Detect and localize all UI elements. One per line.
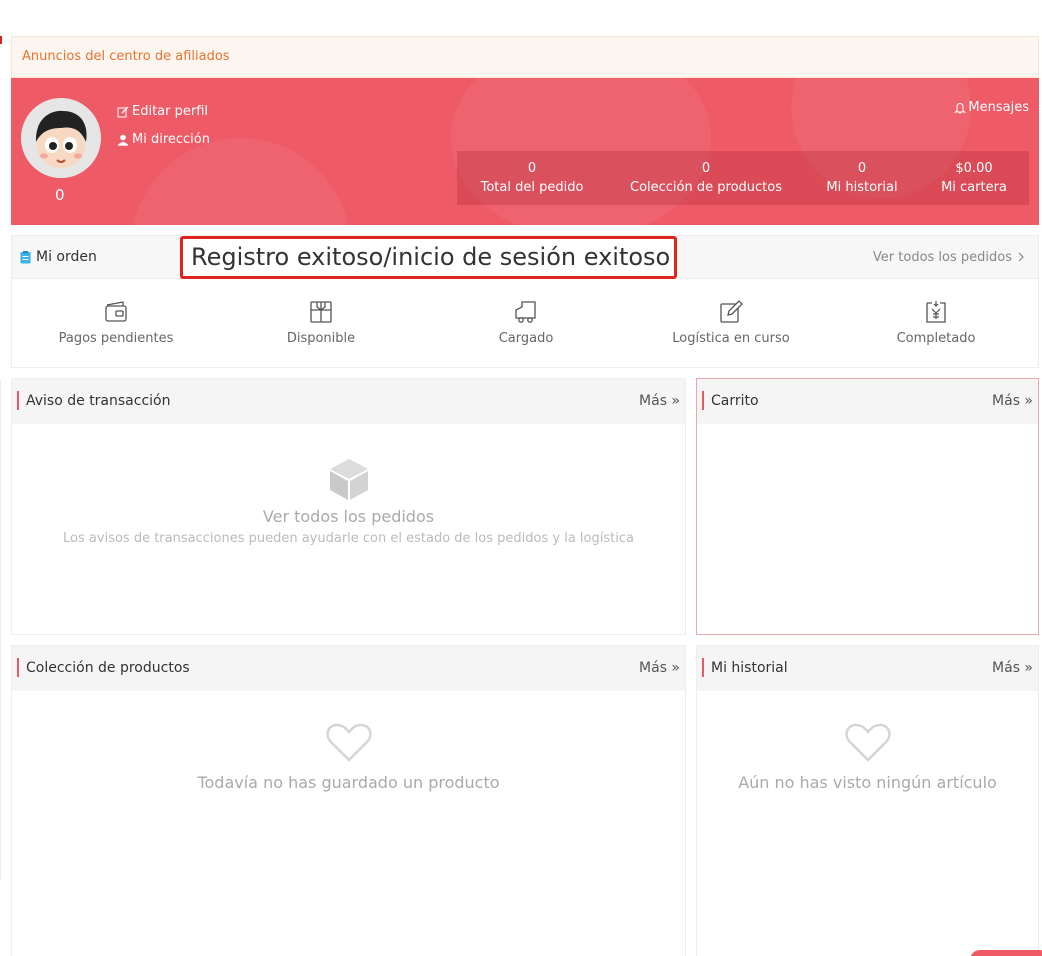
success-toast: Registro exitoso/inicio de sesión exitos… (180, 236, 677, 279)
history-panel: Mi historial Más » Aún no has visto ning… (696, 645, 1039, 956)
empty-description: Los avisos de transacciones pueden ayuda… (63, 531, 634, 546)
avatar-face-icon (21, 98, 101, 178)
orders-title: Mi orden (20, 236, 97, 278)
stat-value: $0.00 (955, 160, 993, 176)
chevron-right-icon (1018, 252, 1024, 262)
order-status-label: Cargado (498, 331, 554, 346)
order-status-loaded[interactable]: Cargado (441, 299, 611, 346)
product-collection-panel: Colección de productos Más » Todavía no … (11, 645, 686, 956)
more-link[interactable]: Más » (639, 646, 680, 690)
floating-tab[interactable] (970, 950, 1042, 956)
more-link[interactable]: Más » (992, 379, 1033, 423)
stat-label: Colección de productos (630, 179, 782, 195)
profile-stats: 0 Total del pedido 0 Colección de produc… (457, 151, 1029, 205)
order-status-available[interactable]: Disponible (236, 299, 406, 346)
order-status-pending-payment[interactable]: Pagos pendientes (31, 299, 201, 346)
panel-title: Mi historial (711, 660, 788, 676)
yen-receipt-icon (926, 301, 946, 323)
wallet-icon (105, 301, 127, 322)
stat-value: 0 (857, 160, 867, 176)
stat-label: Total del pedido (480, 179, 584, 195)
heart-icon (325, 723, 372, 762)
accent-bar (702, 391, 704, 410)
panel-header: Colección de productos Más » (12, 646, 685, 691)
panel-header: Mi historial Más » (697, 646, 1038, 691)
accent-bar (17, 658, 19, 677)
stat-value: 0 (701, 160, 711, 176)
empty-title: Ver todos los pedidos (262, 507, 435, 526)
heart-icon (844, 723, 891, 762)
messages-link[interactable]: Mensajes (954, 100, 1029, 115)
stat-label: Mi historial (826, 179, 898, 195)
empty-text: Todavía no has guardado un producto (197, 773, 500, 792)
profile-banner: 0 Editar perfil Mi dirección Mensajes 0 … (11, 78, 1039, 225)
avatar-count: 0 (55, 186, 65, 204)
stat-value: 0 (527, 160, 537, 176)
stat-order-total[interactable]: 0 Total del pedido (457, 151, 607, 205)
edit-icon (117, 106, 129, 117)
stat-label: Mi cartera (941, 179, 1007, 195)
truck-icon (515, 301, 536, 323)
announcement-text: Anuncios del centro de afiliados (22, 49, 230, 64)
more-link[interactable]: Más » (992, 646, 1033, 690)
panel-header: Aviso de transacción Más » (12, 379, 685, 424)
panel-title: Colección de productos (26, 660, 190, 676)
view-all-orders-label: Ver todos los pedidos (872, 249, 1012, 265)
edit-profile-label: Editar perfil (132, 104, 209, 119)
package-icon (310, 301, 332, 323)
clipboard-icon (20, 250, 31, 263)
panel-title: Carrito (711, 393, 759, 409)
messages-label: Mensajes (968, 100, 1029, 115)
order-status-label: Logística en curso (672, 331, 790, 346)
empty-text: Aún no has visto ningún artículo (738, 773, 997, 792)
panel-header: Carrito Más » (697, 379, 1038, 424)
my-address-link[interactable]: Mi dirección (117, 132, 210, 147)
orders-title-label: Mi orden (36, 249, 97, 265)
order-status-label: Pagos pendientes (58, 331, 174, 346)
left-edge-line (0, 380, 1, 880)
edit-icon (720, 300, 743, 323)
banner-decoration (131, 138, 351, 225)
avatar[interactable] (21, 98, 101, 178)
empty-state: Todavía no has guardado un producto (12, 723, 685, 792)
my-address-label: Mi dirección (132, 132, 210, 147)
more-link[interactable]: Más » (639, 379, 680, 423)
announcement-bar[interactable]: Anuncios del centro de afiliados (11, 36, 1039, 78)
transaction-notice-panel: Aviso de transacción Más » Ver todos los… (11, 378, 686, 635)
panel-title: Aviso de transacción (26, 393, 171, 409)
edit-profile-link[interactable]: Editar perfil (117, 104, 208, 119)
cart-panel: Carrito Más » (696, 378, 1039, 635)
empty-state: Ver todos los pedidos Los avisos de tran… (12, 457, 685, 546)
accent-bar (702, 658, 704, 677)
order-status-label: Completado (896, 331, 976, 346)
bell-icon (954, 102, 967, 113)
stat-product-collection[interactable]: 0 Colección de productos (607, 151, 805, 205)
person-icon (118, 134, 128, 146)
view-all-orders-link[interactable]: Ver todos los pedidos (873, 236, 1024, 278)
empty-state: Aún no has visto ningún artículo (697, 723, 1038, 792)
order-status-label: Disponible (286, 331, 356, 346)
order-status-row: Pagos pendientes Disponible Cargado Logí… (11, 279, 1039, 368)
order-status-completed[interactable]: Completado (851, 299, 1021, 346)
left-edge-marker (0, 36, 2, 44)
accent-bar (17, 391, 19, 410)
stat-my-wallet[interactable]: $0.00 Mi cartera (919, 151, 1029, 205)
order-status-logistics[interactable]: Logística en curso (646, 299, 816, 346)
stat-my-history[interactable]: 0 Mi historial (805, 151, 919, 205)
box-icon (329, 459, 368, 500)
